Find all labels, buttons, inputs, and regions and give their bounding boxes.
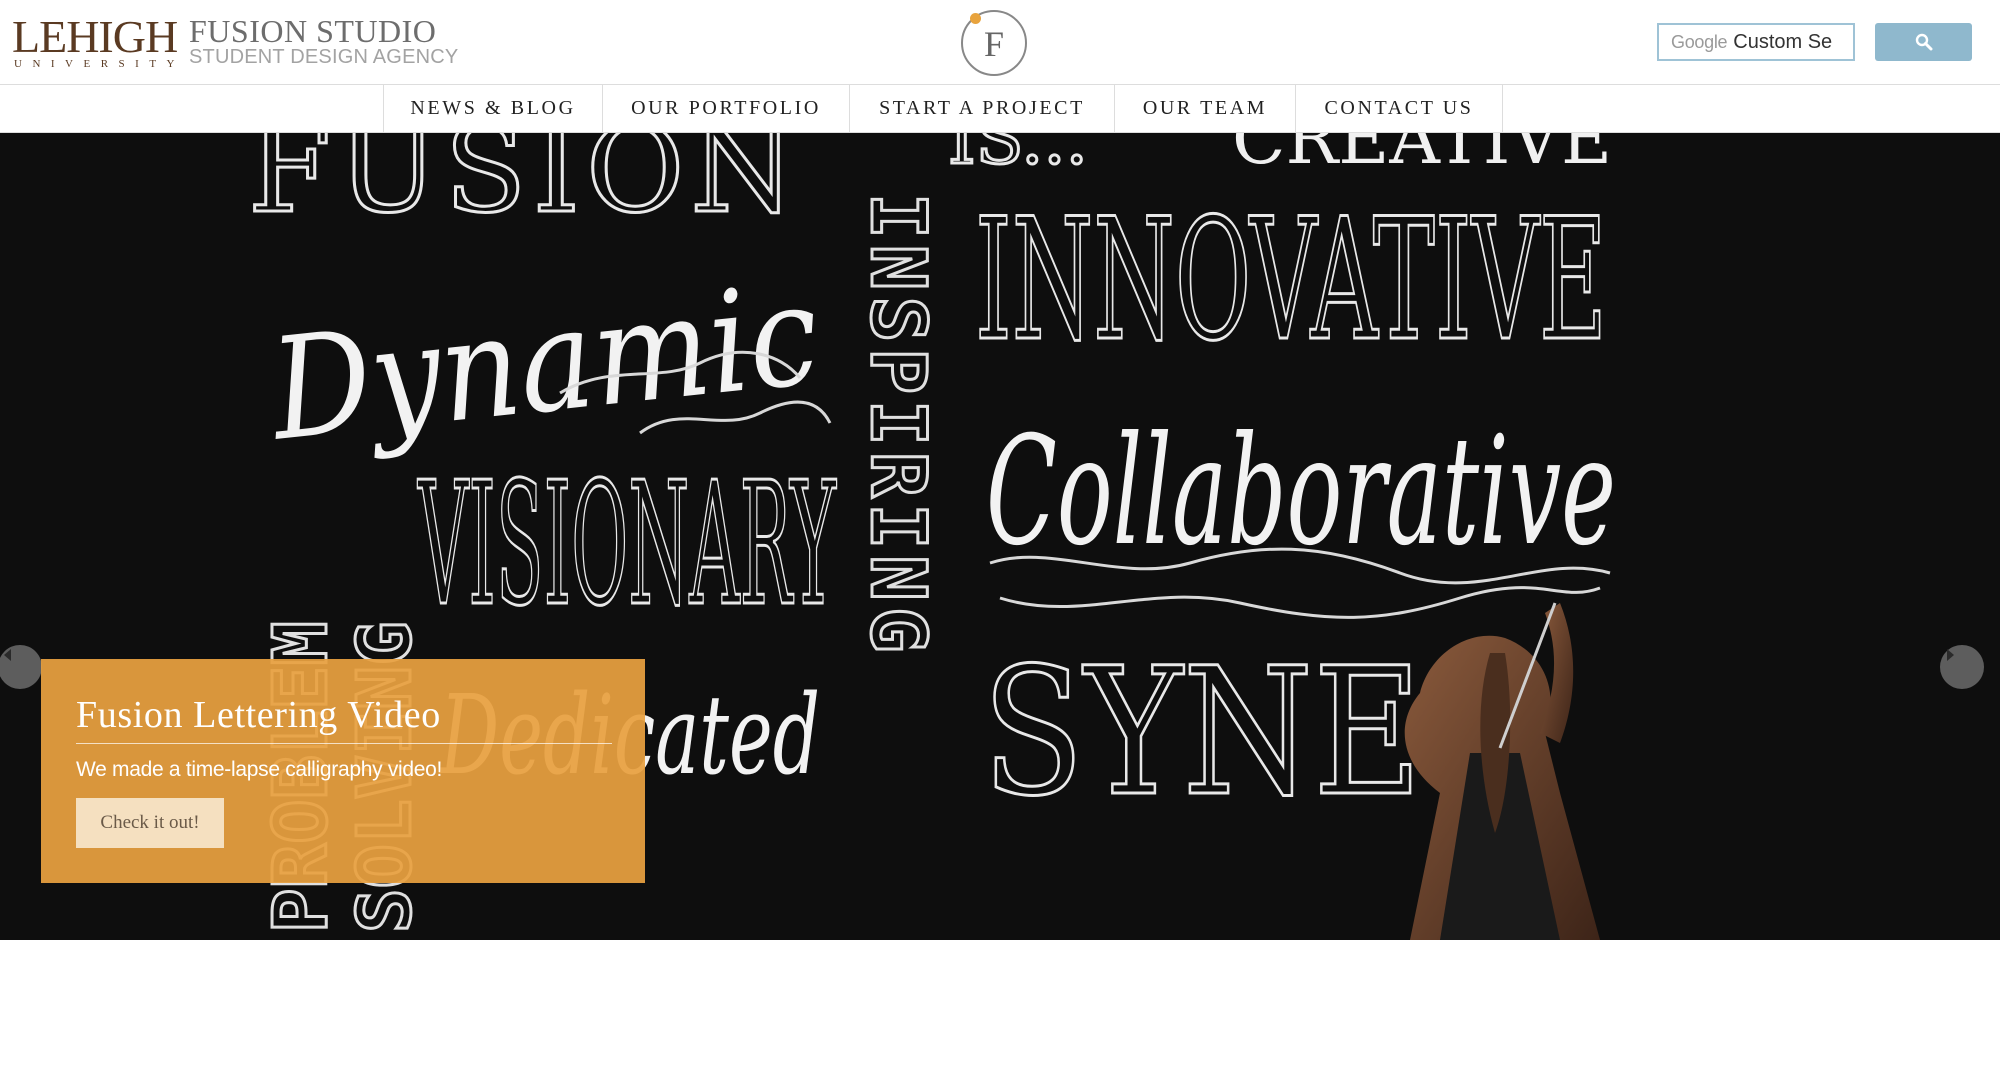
nav-items: NEWS & BLOG OUR PORTFOLIO START A PROJEC…	[383, 85, 1503, 132]
caption-title: Fusion Lettering Video	[76, 694, 441, 736]
chevron-left-icon	[4, 649, 11, 661]
search-field[interactable]: Google	[1657, 23, 1855, 61]
search-icon	[1915, 33, 1932, 51]
chevron-right-icon	[1947, 649, 1954, 661]
art-word-innovative: INNOVATIVE	[975, 182, 1607, 378]
art-word-visionary: VISIONARY	[417, 446, 837, 644]
art-word-inspiring: INSPIRING	[854, 193, 943, 659]
search-input[interactable]	[1733, 30, 1844, 54]
caption-text: We made a time-lapse calligraphy video!	[76, 758, 443, 781]
nav-item-start-project[interactable]: START A PROJECT	[850, 85, 1115, 132]
search-button[interactable]	[1875, 23, 1972, 61]
art-word-collaborative: Collaborative	[986, 405, 1616, 579]
studio-name: FUSION STUDIO	[189, 13, 437, 49]
slider-next-button[interactable]	[1940, 645, 1984, 689]
slide-caption: Fusion Lettering Video We made a time-la…	[41, 659, 645, 883]
lehigh-name: LEHIGH	[12, 11, 178, 62]
lehigh-logo[interactable]: LEHIGH UNIVERSITY	[12, 11, 185, 71]
art-word-syne: SYNE	[982, 630, 1422, 835]
nav-item-portfolio[interactable]: OUR PORTFOLIO	[603, 85, 850, 132]
main-nav: NEWS & BLOG OUR PORTFOLIO START A PROJEC…	[0, 84, 2000, 133]
site-header: LEHIGH UNIVERSITY FUSION STUDIO STUDENT …	[0, 0, 2000, 84]
studio-tagline: STUDENT DESIGN AGENCY	[189, 46, 459, 68]
google-brand-label: Google	[1671, 31, 1728, 52]
hero-slider: FUSION IS... CREATIVE INNOVATIVE VISIONA…	[0, 133, 2000, 940]
fusion-studio-logo[interactable]: FUSION STUDIO STUDENT DESIGN AGENCY	[189, 13, 459, 68]
art-word-creative: CREATIVE	[1232, 133, 1612, 180]
art-word-fusion: FUSION	[248, 133, 801, 240]
caption-divider	[76, 743, 612, 744]
art-word-is: IS...	[948, 133, 1088, 180]
fusion-f-logo[interactable]: F	[961, 10, 1027, 76]
nav-item-news-blog[interactable]: NEWS & BLOG	[384, 85, 603, 132]
check-it-out-button[interactable]: Check it out!	[76, 798, 224, 848]
nav-item-contact[interactable]: CONTACT US	[1296, 85, 1503, 132]
slider-prev-button[interactable]	[0, 645, 42, 689]
lehigh-subtitle: UNIVERSITY	[14, 58, 185, 70]
nav-item-our-team[interactable]: OUR TEAM	[1115, 85, 1296, 132]
logo-letter: F	[983, 24, 1005, 64]
